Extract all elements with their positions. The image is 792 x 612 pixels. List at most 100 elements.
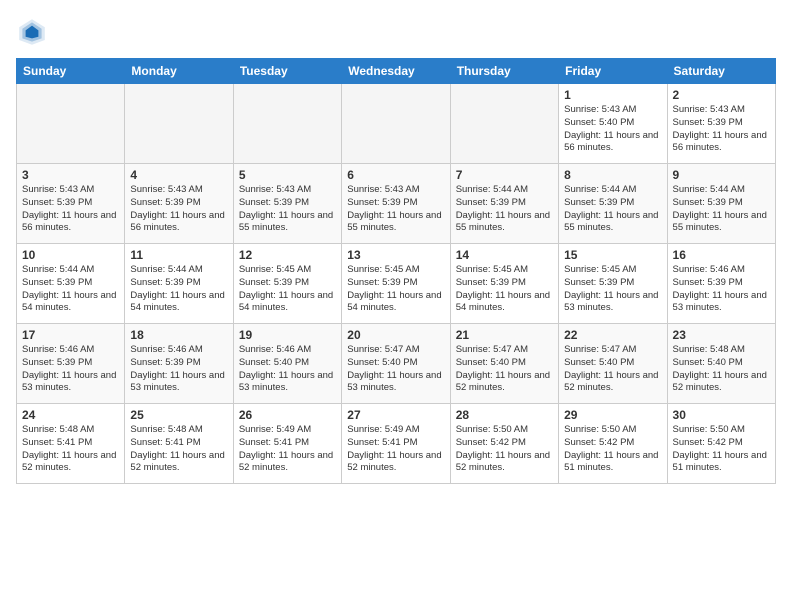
week-row: 17 Sunrise: 5:46 AM Sunset: 5:39 PM Dayli… bbox=[17, 324, 776, 404]
day-info: Sunrise: 5:48 AM Sunset: 5:41 PM Dayligh… bbox=[22, 424, 119, 475]
calendar-cell: 1 Sunrise: 5:43 AM Sunset: 5:40 PM Daylig… bbox=[559, 84, 667, 164]
day-number: 2 bbox=[673, 88, 770, 102]
day-number: 9 bbox=[673, 168, 770, 182]
calendar-day-header: Monday bbox=[125, 59, 233, 84]
day-info: Sunrise: 5:43 AM Sunset: 5:39 PM Dayligh… bbox=[347, 184, 444, 235]
week-row: 1 Sunrise: 5:43 AM Sunset: 5:40 PM Daylig… bbox=[17, 84, 776, 164]
day-number: 7 bbox=[456, 168, 553, 182]
day-number: 29 bbox=[564, 408, 661, 422]
day-number: 27 bbox=[347, 408, 444, 422]
calendar-cell bbox=[125, 84, 233, 164]
day-number: 14 bbox=[456, 248, 553, 262]
calendar-cell: 14Sunrise: 5:45 AM Sunset: 5:39 PM Dayli… bbox=[450, 244, 558, 324]
calendar-cell: 13 Sunrise: 5:45 AM Sunset: 5:39 PM Dayli… bbox=[342, 244, 450, 324]
day-info: Sunrise: 5:50 AM Sunset: 5:42 PM Dayligh… bbox=[564, 424, 661, 475]
calendar-cell: 7 Sunrise: 5:44 AM Sunset: 5:39 PM Daylig… bbox=[450, 164, 558, 244]
calendar-cell: 20Sunrise: 5:47 AM Sunset: 5:40 PM Dayli… bbox=[342, 324, 450, 404]
day-number: 18 bbox=[130, 328, 227, 342]
day-info: Sunrise: 5:44 AM Sunset: 5:39 PM Dayligh… bbox=[673, 184, 770, 235]
week-row: 24 Sunrise: 5:48 AM Sunset: 5:41 PM Dayli… bbox=[17, 404, 776, 484]
calendar-cell bbox=[17, 84, 125, 164]
calendar-cell bbox=[450, 84, 558, 164]
calendar-cell: 6 Sunrise: 5:43 AM Sunset: 5:39 PM Daylig… bbox=[342, 164, 450, 244]
day-number: 17 bbox=[22, 328, 119, 342]
calendar-cell: 12Sunrise: 5:45 AM Sunset: 5:39 PM Dayli… bbox=[233, 244, 341, 324]
day-info: Sunrise: 5:49 AM Sunset: 5:41 PM Dayligh… bbox=[239, 424, 336, 475]
calendar-cell: 19Sunrise: 5:46 AM Sunset: 5:40 PM Dayli… bbox=[233, 324, 341, 404]
calendar-cell bbox=[342, 84, 450, 164]
day-info: Sunrise: 5:47 AM Sunset: 5:40 PM Dayligh… bbox=[456, 344, 553, 395]
day-info: Sunrise: 5:44 AM Sunset: 5:39 PM Dayligh… bbox=[22, 264, 119, 315]
day-number: 3 bbox=[22, 168, 119, 182]
day-info: Sunrise: 5:44 AM Sunset: 5:39 PM Dayligh… bbox=[564, 184, 661, 235]
calendar-day-header: Saturday bbox=[667, 59, 775, 84]
calendar-cell: 5Sunrise: 5:43 AM Sunset: 5:39 PM Daylig… bbox=[233, 164, 341, 244]
day-number: 23 bbox=[673, 328, 770, 342]
calendar-cell: 28 Sunrise: 5:50 AM Sunset: 5:42 PM Dayli… bbox=[450, 404, 558, 484]
day-info: Sunrise: 5:44 AM Sunset: 5:39 PM Dayligh… bbox=[456, 184, 553, 235]
day-info: Sunrise: 5:43 AM Sunset: 5:39 PM Dayligh… bbox=[239, 184, 336, 235]
day-info: Sunrise: 5:45 AM Sunset: 5:39 PM Dayligh… bbox=[347, 264, 444, 315]
day-number: 24 bbox=[22, 408, 119, 422]
day-number: 6 bbox=[347, 168, 444, 182]
day-number: 4 bbox=[130, 168, 227, 182]
day-number: 11 bbox=[130, 248, 227, 262]
day-info: Sunrise: 5:50 AM Sunset: 5:42 PM Dayligh… bbox=[673, 424, 770, 475]
calendar-cell: 24 Sunrise: 5:48 AM Sunset: 5:41 PM Dayli… bbox=[17, 404, 125, 484]
calendar-day-header: Sunday bbox=[17, 59, 125, 84]
day-number: 26 bbox=[239, 408, 336, 422]
calendar-cell: 27Sunrise: 5:49 AM Sunset: 5:41 PM Dayli… bbox=[342, 404, 450, 484]
calendar-cell: 25Sunrise: 5:48 AM Sunset: 5:41 PM Dayli… bbox=[125, 404, 233, 484]
day-number: 10 bbox=[22, 248, 119, 262]
page-header bbox=[16, 16, 776, 48]
calendar-cell: 2 Sunrise: 5:43 AM Sunset: 5:39 PM Daylig… bbox=[667, 84, 775, 164]
calendar-cell: 18 Sunrise: 5:46 AM Sunset: 5:39 PM Dayli… bbox=[125, 324, 233, 404]
calendar-cell: 11 Sunrise: 5:44 AM Sunset: 5:39 PM Dayli… bbox=[125, 244, 233, 324]
day-info: Sunrise: 5:43 AM Sunset: 5:39 PM Dayligh… bbox=[22, 184, 119, 235]
calendar-cell: 4 Sunrise: 5:43 AM Sunset: 5:39 PM Daylig… bbox=[125, 164, 233, 244]
calendar-cell: 10 Sunrise: 5:44 AM Sunset: 5:39 PM Dayli… bbox=[17, 244, 125, 324]
day-info: Sunrise: 5:48 AM Sunset: 5:40 PM Dayligh… bbox=[673, 344, 770, 395]
calendar-cell: 17 Sunrise: 5:46 AM Sunset: 5:39 PM Dayli… bbox=[17, 324, 125, 404]
logo bbox=[16, 16, 52, 48]
day-info: Sunrise: 5:46 AM Sunset: 5:39 PM Dayligh… bbox=[130, 344, 227, 395]
calendar-day-header: Thursday bbox=[450, 59, 558, 84]
day-number: 8 bbox=[564, 168, 661, 182]
calendar-cell: 9 Sunrise: 5:44 AM Sunset: 5:39 PM Daylig… bbox=[667, 164, 775, 244]
calendar-cell: 3 Sunrise: 5:43 AM Sunset: 5:39 PM Daylig… bbox=[17, 164, 125, 244]
day-number: 16 bbox=[673, 248, 770, 262]
calendar-cell: 16Sunrise: 5:46 AM Sunset: 5:39 PM Dayli… bbox=[667, 244, 775, 324]
calendar-day-header: Friday bbox=[559, 59, 667, 84]
calendar-cell: 21Sunrise: 5:47 AM Sunset: 5:40 PM Dayli… bbox=[450, 324, 558, 404]
calendar-day-header: Tuesday bbox=[233, 59, 341, 84]
calendar-cell: 8 Sunrise: 5:44 AM Sunset: 5:39 PM Daylig… bbox=[559, 164, 667, 244]
day-number: 22 bbox=[564, 328, 661, 342]
day-number: 19 bbox=[239, 328, 336, 342]
calendar-header-row: SundayMondayTuesdayWednesdayThursdayFrid… bbox=[17, 59, 776, 84]
day-number: 30 bbox=[673, 408, 770, 422]
week-row: 3 Sunrise: 5:43 AM Sunset: 5:39 PM Daylig… bbox=[17, 164, 776, 244]
day-number: 13 bbox=[347, 248, 444, 262]
day-info: Sunrise: 5:45 AM Sunset: 5:39 PM Dayligh… bbox=[564, 264, 661, 315]
logo-icon bbox=[16, 16, 48, 48]
day-number: 25 bbox=[130, 408, 227, 422]
day-info: Sunrise: 5:44 AM Sunset: 5:39 PM Dayligh… bbox=[130, 264, 227, 315]
day-number: 28 bbox=[456, 408, 553, 422]
day-number: 15 bbox=[564, 248, 661, 262]
calendar-cell: 26 Sunrise: 5:49 AM Sunset: 5:41 PM Dayli… bbox=[233, 404, 341, 484]
calendar-cell bbox=[233, 84, 341, 164]
day-info: Sunrise: 5:43 AM Sunset: 5:40 PM Dayligh… bbox=[564, 104, 661, 155]
day-number: 1 bbox=[564, 88, 661, 102]
day-info: Sunrise: 5:47 AM Sunset: 5:40 PM Dayligh… bbox=[347, 344, 444, 395]
calendar-cell: 23 Sunrise: 5:48 AM Sunset: 5:40 PM Dayli… bbox=[667, 324, 775, 404]
day-info: Sunrise: 5:43 AM Sunset: 5:39 PM Dayligh… bbox=[673, 104, 770, 155]
day-info: Sunrise: 5:43 AM Sunset: 5:39 PM Dayligh… bbox=[130, 184, 227, 235]
calendar-cell: 29 Sunrise: 5:50 AM Sunset: 5:42 PM Dayli… bbox=[559, 404, 667, 484]
week-row: 10 Sunrise: 5:44 AM Sunset: 5:39 PM Dayli… bbox=[17, 244, 776, 324]
day-info: Sunrise: 5:46 AM Sunset: 5:39 PM Dayligh… bbox=[22, 344, 119, 395]
day-info: Sunrise: 5:45 AM Sunset: 5:39 PM Dayligh… bbox=[239, 264, 336, 315]
calendar-day-header: Wednesday bbox=[342, 59, 450, 84]
calendar-cell: 15 Sunrise: 5:45 AM Sunset: 5:39 PM Dayli… bbox=[559, 244, 667, 324]
calendar-cell: 22Sunrise: 5:47 AM Sunset: 5:40 PM Dayli… bbox=[559, 324, 667, 404]
day-info: Sunrise: 5:50 AM Sunset: 5:42 PM Dayligh… bbox=[456, 424, 553, 475]
